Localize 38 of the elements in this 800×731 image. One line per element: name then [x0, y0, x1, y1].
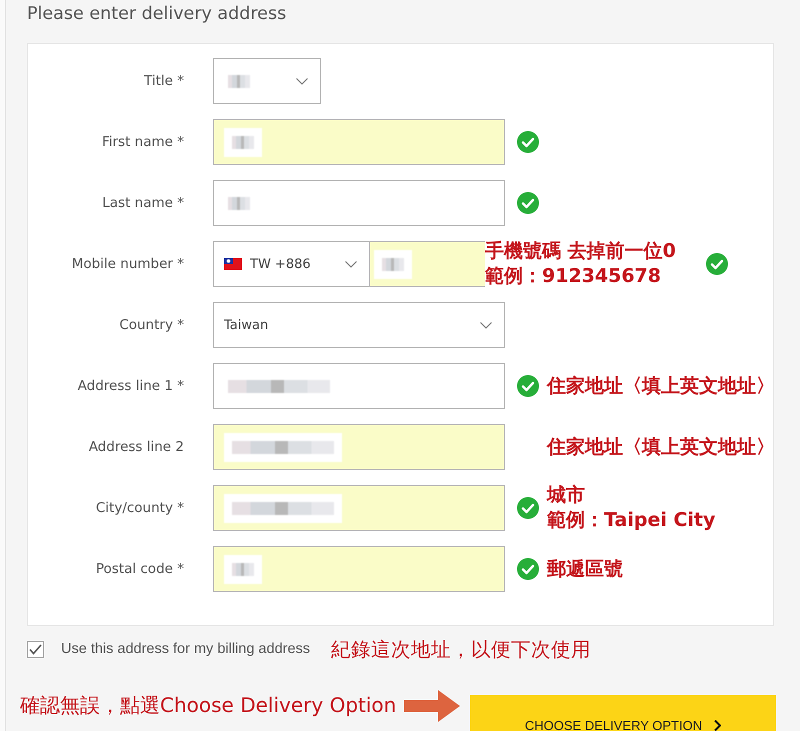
field-label: Mobile number *	[72, 256, 184, 272]
hint-text: 住家地址〈填上英文地址〉	[547, 434, 775, 460]
text-field[interactable]	[213, 363, 505, 409]
title-select[interactable]	[213, 58, 321, 104]
chevron-down-icon	[480, 322, 492, 328]
hint-text: 郵遞區號	[547, 556, 623, 582]
form-heading: Please enter delivery address	[27, 3, 286, 25]
text-field[interactable]	[213, 424, 505, 470]
instruction-text: 確認無誤，點選Choose Delivery Option	[20, 693, 398, 717]
billing-checkbox[interactable]	[27, 640, 44, 658]
hint-text: 手機號碼 去掉前一位0	[485, 239, 676, 264]
hint-text: 紀錄這次地址，以便下次使用	[331, 636, 592, 662]
field-label: Last name *	[102, 195, 184, 211]
text-field[interactable]	[213, 485, 505, 531]
field-label: Country *	[119, 317, 184, 333]
chevron-right-icon	[714, 720, 722, 731]
text-field[interactable]	[213, 546, 505, 592]
text-field[interactable]	[213, 119, 505, 165]
checkbox-label: Use this address for my billing address	[61, 641, 310, 657]
hint-text: 城市	[547, 483, 586, 508]
phone-field[interactable]	[370, 241, 485, 287]
text-field[interactable]	[213, 180, 505, 226]
field-label: City/county *	[96, 500, 184, 516]
field-label: Postal code *	[96, 561, 184, 577]
field-label: Address line 1 *	[78, 378, 184, 394]
field-label: Title *	[144, 73, 184, 89]
hint-text: 住家地址〈填上英文地址〉	[547, 374, 775, 398]
field-label: First name *	[102, 134, 184, 150]
chevron-down-icon	[345, 260, 357, 268]
arrow-right-icon	[404, 690, 460, 722]
country-select[interactable]: Taiwan	[213, 302, 505, 348]
flag-icon	[224, 258, 242, 270]
field-label: Address line 2	[88, 439, 184, 455]
chevron-down-icon	[296, 78, 308, 84]
choose-delivery-button[interactable]: CHOOSE DELIVERY OPTION	[470, 695, 776, 731]
hint-text: 範例：912345678	[485, 264, 662, 289]
country-code-select[interactable]: TW +886	[213, 241, 370, 287]
hint-text: 範例：Taipei City	[547, 508, 716, 533]
